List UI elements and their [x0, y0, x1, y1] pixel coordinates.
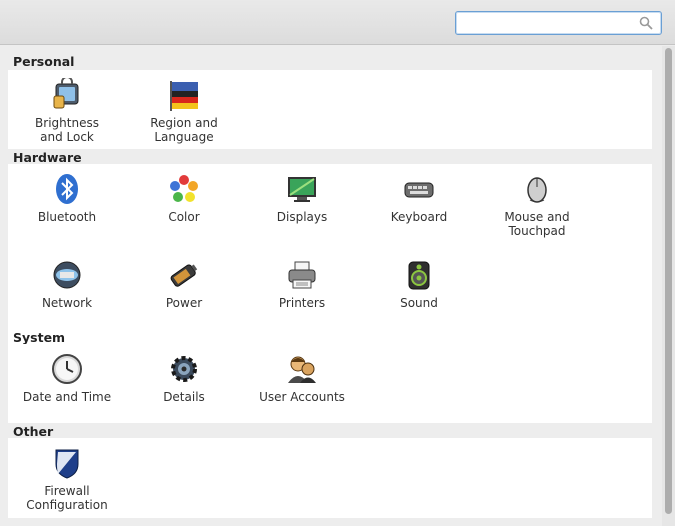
settings-overview: Personal Brightness and Lock Region and …: [0, 46, 662, 526]
item-network[interactable]: Network: [8, 258, 126, 310]
item-label: Printers: [278, 296, 326, 310]
color-icon: [170, 175, 198, 202]
item-region-and-language[interactable]: Region and Language: [125, 78, 243, 144]
item-sound[interactable]: Sound: [360, 258, 478, 310]
item-label: Network: [41, 296, 93, 310]
item-user-accounts[interactable]: User Accounts: [243, 352, 361, 404]
search-field[interactable]: [455, 11, 662, 35]
item-firewall-configuration[interactable]: Firewall Configuration: [8, 446, 126, 512]
bluetooth-icon: [56, 174, 78, 204]
item-label: Firewall Configuration: [26, 484, 108, 512]
section-panel-other: Firewall Configuration: [8, 438, 652, 518]
item-date-and-time[interactable]: Date and Time: [8, 352, 126, 404]
item-displays[interactable]: Displays: [243, 172, 361, 224]
search-input[interactable]: [460, 14, 630, 32]
item-label: Keyboard: [390, 210, 448, 224]
section-panel-hardware: Bluetooth Color Displays Keyboard Mouse …: [8, 164, 652, 374]
item-label: Color: [168, 210, 200, 224]
item-label: User Accounts: [259, 390, 345, 404]
section-title-other: Other: [13, 424, 54, 439]
section-title-personal: Personal: [13, 54, 75, 69]
item-color[interactable]: Color: [125, 172, 243, 224]
item-printers[interactable]: Printers: [243, 258, 361, 310]
item-label: Mouse and Touchpad: [504, 210, 570, 238]
item-label: Sound: [400, 296, 438, 310]
scrollbar-thumb[interactable]: [665, 48, 672, 514]
section-panel-personal: Brightness and Lock Region and Language: [8, 70, 652, 149]
item-label: Date and Time: [22, 390, 112, 404]
brightness-lock-icon: [53, 78, 79, 109]
search-icon[interactable]: [639, 16, 653, 30]
item-details[interactable]: Details: [125, 352, 243, 404]
toolbar: [0, 0, 675, 45]
gear-icon: [171, 356, 197, 382]
shield-icon: [55, 449, 79, 479]
item-label: Details: [163, 390, 205, 404]
battery-icon: [170, 264, 198, 287]
section-title-system: System: [13, 330, 66, 345]
speaker-icon: [408, 261, 430, 290]
mouse-icon: [527, 177, 547, 203]
clock-icon: [52, 354, 82, 384]
network-icon: [53, 261, 81, 289]
item-power[interactable]: Power: [125, 258, 243, 310]
item-label: Power: [165, 296, 203, 310]
display-icon: [288, 177, 316, 202]
section-title-hardware: Hardware: [13, 150, 82, 165]
users-icon: [288, 356, 316, 383]
item-label: Region and Language: [150, 116, 218, 144]
item-label: Brightness and Lock: [35, 116, 99, 144]
item-brightness-and-lock[interactable]: Brightness and Lock: [8, 78, 126, 144]
item-label: Bluetooth: [37, 210, 97, 224]
printer-icon: [288, 261, 316, 289]
section-panel-system: Date and Time Details User Accounts: [8, 344, 652, 423]
flag-icon: [170, 81, 198, 111]
item-label: Displays: [276, 210, 328, 224]
item-keyboard[interactable]: Keyboard: [360, 172, 478, 224]
item-bluetooth[interactable]: Bluetooth: [8, 172, 126, 224]
keyboard-icon: [404, 182, 434, 198]
item-mouse-and-touchpad[interactable]: Mouse and Touchpad: [478, 172, 596, 238]
